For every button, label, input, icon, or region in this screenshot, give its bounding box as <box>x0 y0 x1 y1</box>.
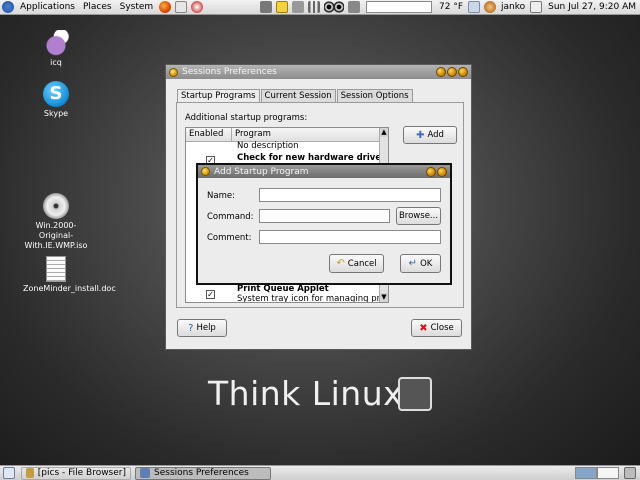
comment-field[interactable] <box>259 230 441 244</box>
clock[interactable]: Sun Jul 27, 9:20 AM <box>544 2 640 12</box>
dialog-title: Add Startup Program <box>214 166 309 177</box>
task-label: Sessions Preferences <box>154 468 249 478</box>
folder-icon <box>26 468 34 478</box>
task-sessions-preferences[interactable]: Sessions Preferences <box>135 466 271 480</box>
desktop-icon-label: Win.2000-Original-With.IE.WMP.iso <box>24 221 88 250</box>
wallpaper-slogan: Think Linux <box>208 374 404 413</box>
desktop-icon-doc[interactable]: ZoneMinder_install.doc <box>11 256 116 294</box>
network-icon[interactable] <box>292 1 304 13</box>
window-close-button[interactable] <box>458 67 468 77</box>
close-icon: ✖ <box>419 322 428 334</box>
dialog-close-button[interactable] <box>437 166 447 177</box>
cancel-icon: ↶ <box>336 258 345 269</box>
browse-button[interactable]: Browse... <box>396 207 441 225</box>
add-startup-program-dialog: Add Startup Program Name: Command: Brows… <box>196 163 452 285</box>
window-titlebar[interactable]: Sessions Preferences <box>166 65 471 79</box>
minimize-button[interactable] <box>436 67 446 77</box>
browse-button-label: Browse... <box>398 211 439 221</box>
bottom-panel: [pics - File Browser] Sessions Preferenc… <box>0 465 640 480</box>
close-button[interactable]: ✖ Close <box>411 319 462 337</box>
scroll-up-icon[interactable]: ▲ <box>380 128 388 137</box>
dialog-minimize-button[interactable] <box>426 166 436 177</box>
eyes-icon[interactable] <box>324 1 344 13</box>
section-label: Additional startup programs: <box>185 113 308 123</box>
help-button[interactable]: ? Help <box>177 319 227 337</box>
menu-places[interactable]: Places <box>79 0 116 15</box>
desktop-icon-label: icq <box>50 58 62 67</box>
email-icon[interactable] <box>175 1 188 13</box>
trash-icon[interactable] <box>624 467 636 479</box>
list-header: Enabled Program <box>186 128 388 142</box>
help-button-label: Help <box>196 323 216 333</box>
tray-icon[interactable] <box>348 1 360 13</box>
plus-icon: ✚ <box>416 129 425 141</box>
panel-search-input[interactable] <box>366 1 432 13</box>
help-icon[interactable] <box>191 1 204 13</box>
workspace-1[interactable] <box>575 467 597 479</box>
name-field[interactable] <box>259 188 441 202</box>
menu-applications[interactable]: Applications <box>16 0 79 15</box>
close-button-label: Close <box>430 323 454 333</box>
workspace-2[interactable] <box>597 467 619 479</box>
weather-reading[interactable]: 72 °F <box>436 2 466 12</box>
task-file-browser[interactable]: [pics - File Browser] <box>21 466 131 480</box>
document-icon <box>46 256 66 282</box>
workspace-switcher[interactable] <box>575 467 619 479</box>
ok-button[interactable]: ↵ OK <box>400 254 441 273</box>
tab-session-options[interactable]: Session Options <box>336 89 413 102</box>
tab-current-session[interactable]: Current Session <box>260 89 336 102</box>
program-name: Check for new hardware drive... <box>237 153 389 163</box>
task-label: [pics - File Browser] <box>37 468 126 478</box>
dialog-menu-icon[interactable] <box>201 167 210 176</box>
applet-monitor-icon[interactable] <box>260 1 272 13</box>
desktop-icon-iso[interactable]: Win.2000-Original-With.IE.WMP.iso <box>11 193 101 251</box>
desktop-icon-label: ZoneMinder_install.doc <box>23 284 116 293</box>
top-panel: Applications Places System 72 °F janko S… <box>0 0 640 15</box>
desktop-icon-skype[interactable]: S Skype <box>11 81 101 119</box>
user-avatar-icon[interactable] <box>484 1 496 13</box>
signal-bars-icon[interactable] <box>308 1 320 13</box>
window-menu-icon[interactable] <box>169 67 178 77</box>
menu-system[interactable]: System <box>116 0 158 15</box>
gnome-foot-icon[interactable] <box>2 1 14 13</box>
command-label: Command: <box>207 212 254 222</box>
calendar-icon[interactable] <box>530 1 543 13</box>
add-button-label: Add <box>427 130 444 140</box>
disc-image-icon <box>43 193 69 219</box>
help-icon: ? <box>188 322 194 334</box>
desktop-icon-label: Skype <box>43 109 69 118</box>
cancel-button[interactable]: ↶ Cancel <box>329 254 384 273</box>
window-title: Sessions Preferences <box>182 67 277 77</box>
weather-icon[interactable] <box>468 1 480 13</box>
command-field[interactable] <box>259 209 390 223</box>
skype-icon: S <box>43 81 69 107</box>
ok-button-label: OK <box>420 258 433 269</box>
tux-penguin-icon <box>398 377 432 411</box>
list-item[interactable]: No description <box>186 141 382 151</box>
add-button[interactable]: ✚ Add <box>403 126 457 144</box>
firefox-icon[interactable] <box>159 1 172 13</box>
program-name: Print Queue Applet <box>237 284 329 294</box>
column-enabled[interactable]: Enabled <box>186 128 232 141</box>
enabled-checkbox[interactable]: ✓ <box>206 290 215 299</box>
icq-flower-icon <box>43 30 69 56</box>
username[interactable]: janko <box>498 2 528 12</box>
tab-strip: Startup Programs Current Session Session… <box>177 89 414 103</box>
tab-startup-programs[interactable]: Startup Programs <box>177 89 260 103</box>
enter-icon: ↵ <box>408 258 418 269</box>
notes-icon[interactable] <box>276 1 288 13</box>
program-description: No description <box>237 141 299 151</box>
column-program[interactable]: Program <box>232 128 388 141</box>
dialog-titlebar[interactable]: Add Startup Program <box>198 165 450 178</box>
scroll-down-icon[interactable]: ▼ <box>380 293 388 302</box>
maximize-button[interactable] <box>447 67 457 77</box>
cancel-button-label: Cancel <box>347 258 377 269</box>
sessions-icon <box>140 468 150 478</box>
desktop-icon-icq[interactable]: icq <box>11 30 101 68</box>
program-description: System tray icon for managing pri... <box>237 294 389 303</box>
name-label: Name: <box>207 191 235 201</box>
list-item[interactable]: ✓ Print Queue Applet System tray icon fo… <box>186 284 388 302</box>
show-desktop-icon[interactable] <box>3 467 15 479</box>
comment-label: Comment: <box>207 233 252 243</box>
